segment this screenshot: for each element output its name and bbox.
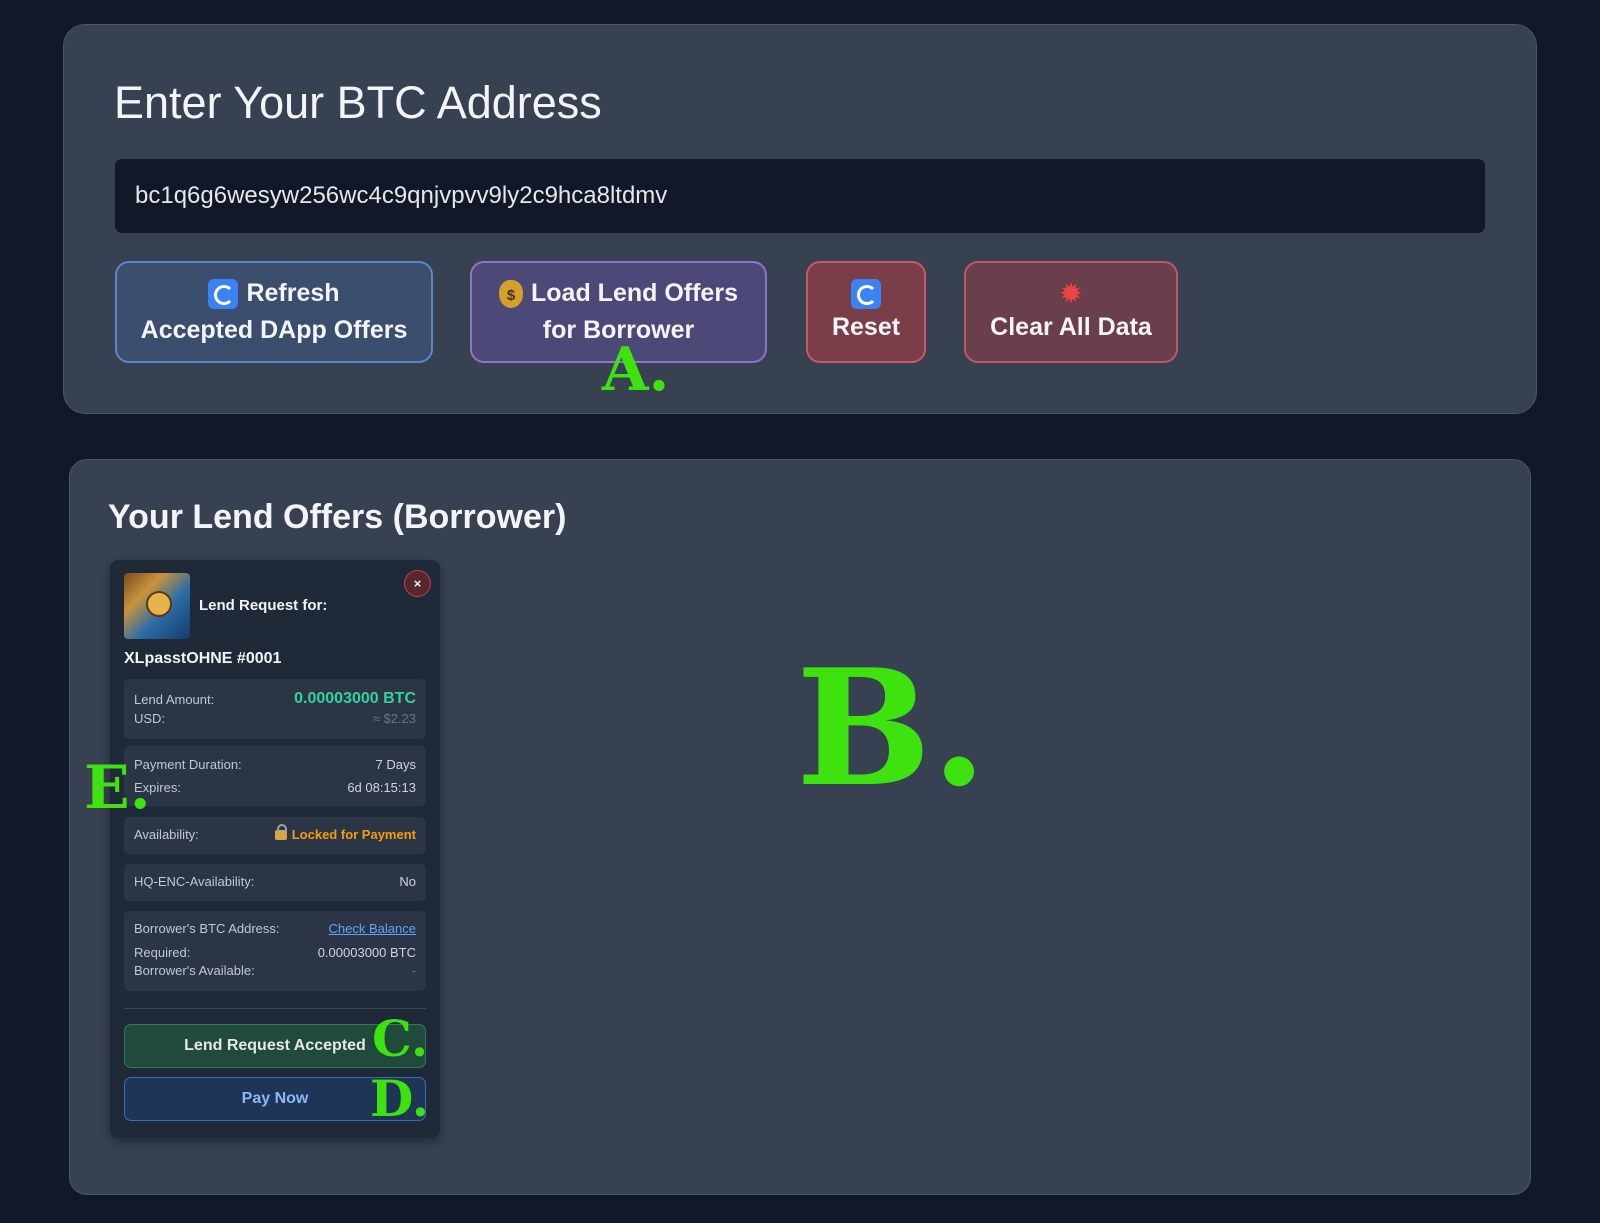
availability-box: Availability: Locked for Payment <box>124 817 426 854</box>
usd-label: USD: <box>134 711 166 726</box>
lend-amount-box: Lend Amount: 0.00003000 BTC USD: ≈ $2.23 <box>124 679 426 739</box>
clear-button-label: Clear All Data <box>990 312 1152 341</box>
collision-icon: ✹ <box>1059 277 1083 309</box>
availability-label: Availability: <box>134 827 199 842</box>
close-icon[interactable]: × <box>404 570 431 597</box>
refresh-icon <box>208 278 239 309</box>
availability-value: Locked for Payment <box>291 827 416 842</box>
check-balance-link[interactable]: Check Balance <box>329 921 416 936</box>
annotation-e: E. <box>84 753 151 823</box>
reset-button-label: Reset <box>831 312 901 341</box>
clear-all-data-button[interactable]: ✹ Clear All Data <box>964 261 1178 363</box>
hq-availability-box: HQ-ENC-Availability: No <box>124 864 426 901</box>
btc-address-input[interactable] <box>115 159 1485 233</box>
required-value: 0.00003000 BTC <box>317 945 416 960</box>
lend-amount-value: 0.00003000 BTC <box>294 690 416 707</box>
annotation-b: B. <box>796 634 987 822</box>
money-bag-icon: $ <box>499 279 524 308</box>
lock-icon <box>274 824 287 840</box>
lend-amount-label: Lend Amount: <box>134 691 215 707</box>
refresh-button-label-1: Refresh <box>246 279 340 307</box>
nft-thumbnail <box>124 573 190 639</box>
borrower-available-value: - <box>411 963 416 978</box>
annotation-d: D. <box>370 1069 429 1128</box>
hq-availability-label: HQ-ENC-Availability: <box>134 874 255 889</box>
annotation-a: A. <box>602 335 670 405</box>
nft-name: XLpasstOHNE #0001 <box>124 650 282 667</box>
expires-value: 6d 08:15:13 <box>347 780 416 795</box>
hq-availability-value: No <box>399 874 416 889</box>
reset-button[interactable]: Reset <box>806 261 926 363</box>
annotation-c: C. <box>372 1009 429 1068</box>
borrower-address-label: Borrower's BTC Address: <box>134 921 280 936</box>
address-panel: Enter Your BTC Address Refresh Accepted … <box>63 24 1537 414</box>
refresh-button-label-2: Accepted DApp Offers <box>140 316 408 344</box>
refresh-accepted-offers-button[interactable]: Refresh Accepted DApp Offers <box>115 261 433 363</box>
address-panel-title: Enter Your BTC Address <box>114 77 602 128</box>
duration-box: Payment Duration: 7 Days Expires: 6d 08:… <box>124 746 426 806</box>
refresh-icon <box>851 278 881 309</box>
lend-offers-title: Your Lend Offers (Borrower) <box>108 498 567 536</box>
lend-request-header: Lend Request for: <box>199 597 328 614</box>
load-button-label-1: Load Lend Offers <box>531 279 738 307</box>
duration-value: 7 Days <box>375 757 416 772</box>
usd-value: ≈ $2.23 <box>372 711 416 726</box>
required-label: Required: <box>134 945 191 960</box>
borrower-balance-box: Borrower's BTC Address: Check Balance Re… <box>124 911 426 991</box>
lend-offers-panel: Your Lend Offers (Borrower) Lend Request… <box>69 459 1531 1195</box>
borrower-available-label: Borrower's Available: <box>134 963 255 978</box>
